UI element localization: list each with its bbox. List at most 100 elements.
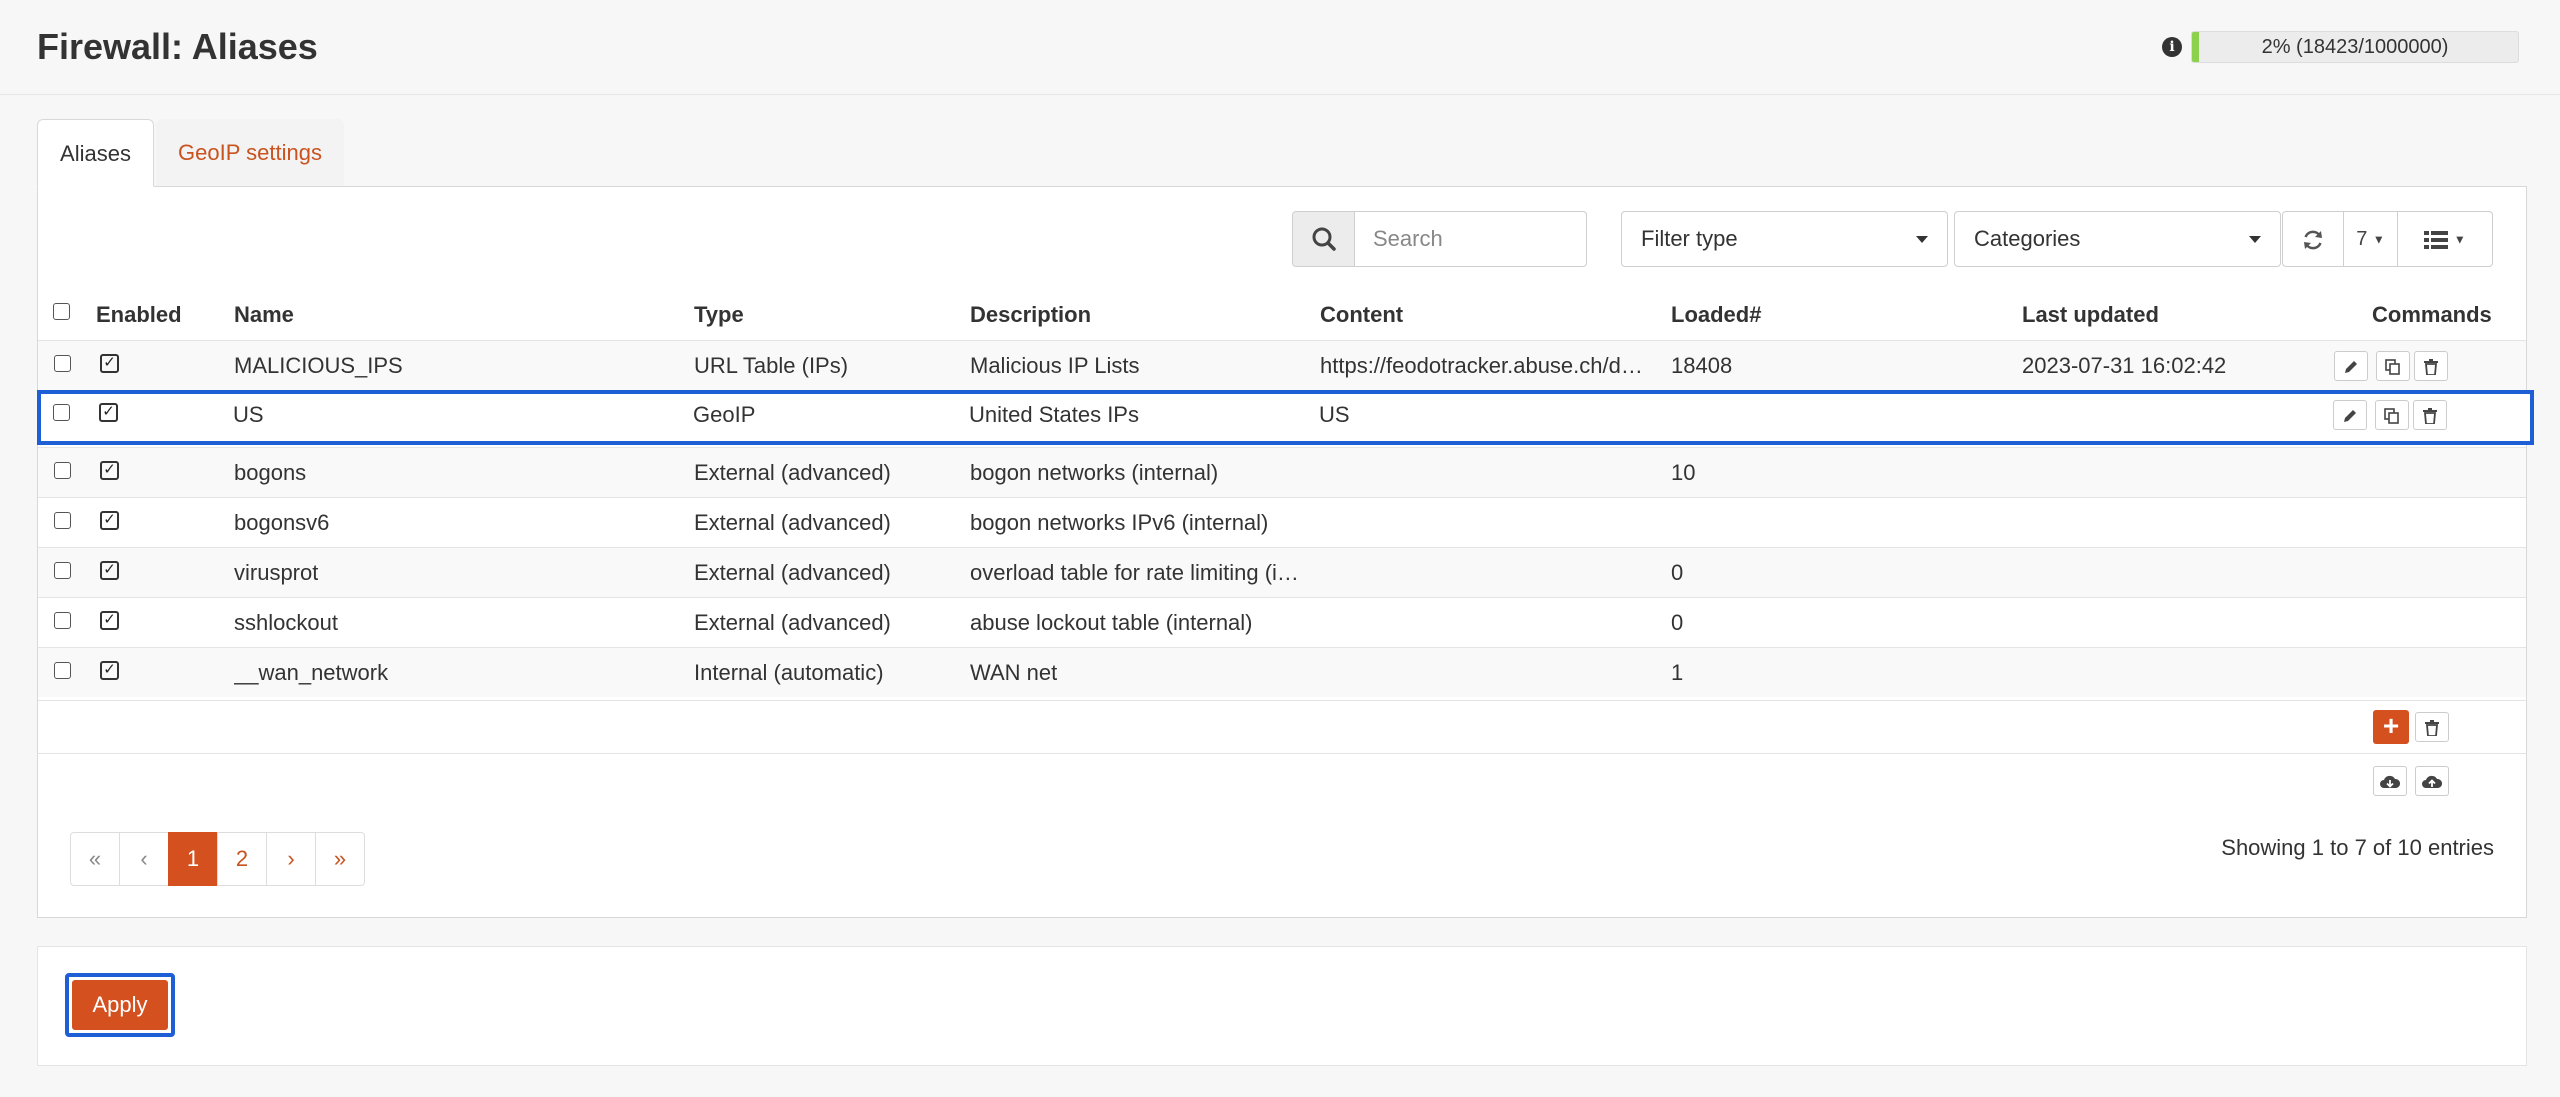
enabled-toggle-icon[interactable]: ✓ — [100, 611, 119, 630]
cell-name: sshlockout — [234, 610, 338, 635]
cell-name: MALICIOUS_IPS — [234, 353, 403, 378]
table-footer-divider — [38, 753, 2526, 754]
cell-description: WAN net — [970, 660, 1058, 685]
tab-geoip-settings[interactable]: GeoIP settings — [156, 119, 344, 187]
enabled-toggle-icon[interactable]: ✓ — [100, 461, 119, 480]
pagination-page-2[interactable]: 2 — [217, 832, 267, 886]
cell-name: bogonsv6 — [234, 510, 330, 535]
pagination-next[interactable]: › — [266, 832, 316, 886]
column-header-type[interactable]: Type — [694, 302, 744, 328]
table-row[interactable]: ✓ bogons External (advanced) bogon networks… — [38, 447, 2526, 497]
cell-loaded: 18408 — [1671, 353, 1733, 378]
column-header-description[interactable]: Description — [970, 302, 1091, 328]
cell-name: virusprot — [234, 560, 319, 585]
pagination-first[interactable]: « — [70, 832, 120, 886]
table-row[interactable]: ✓ bogonsv6 External (advanced) bogon networ… — [38, 497, 2526, 547]
download-aliases-button[interactable] — [2373, 766, 2407, 796]
chevron-down-icon — [1916, 236, 1928, 243]
table-row[interactable]: ✓ sshlockout External (advanced) abuse lock… — [38, 597, 2526, 647]
edit-button[interactable] — [2333, 400, 2367, 430]
tab-aliases[interactable]: Aliases — [37, 119, 154, 187]
row-select-checkbox[interactable] — [53, 404, 70, 421]
info-icon[interactable]: i — [2162, 37, 2182, 57]
upload-aliases-button[interactable] — [2415, 766, 2449, 796]
cell-content: https://feodotracker.abuse.ch/d… — [1320, 353, 1643, 378]
trash-icon — [2424, 358, 2438, 376]
enabled-toggle-icon[interactable]: ✓ — [100, 561, 119, 580]
column-header-last-updated[interactable]: Last updated — [2022, 302, 2159, 328]
chevron-down-icon — [2249, 236, 2261, 243]
cell-loaded: 1 — [1671, 660, 1684, 685]
cell-content: US — [1319, 402, 1350, 427]
enabled-toggle-icon[interactable]: ✓ — [99, 403, 118, 422]
search-input[interactable] — [1355, 211, 1587, 267]
table-footer-row — [38, 700, 2526, 754]
cell-type: External (advanced) — [694, 510, 891, 535]
enabled-toggle-icon[interactable]: ✓ — [100, 511, 119, 530]
row-select-checkbox[interactable] — [54, 355, 71, 372]
row-select-checkbox[interactable] — [54, 612, 71, 629]
cell-last-updated: 2023-07-31 16:02:42 — [2022, 353, 2227, 378]
chevron-down-icon: ▼ — [2453, 232, 2466, 247]
apply-button-label: Apply — [72, 980, 168, 1030]
page-header: Firewall: Aliases i 2% (18423/1000000) — [0, 0, 2560, 95]
page-title: Firewall: Aliases — [37, 26, 318, 67]
cell-name: __wan_network — [234, 660, 389, 685]
delete-button[interactable] — [2413, 400, 2447, 430]
add-alias-button[interactable]: + — [2373, 710, 2409, 744]
search-icon-addon — [1292, 211, 1355, 267]
select-all-checkbox[interactable] — [53, 303, 70, 320]
delete-selected-button[interactable] — [2415, 712, 2449, 742]
cell-loaded: 10 — [1671, 460, 1696, 485]
table-row[interactable]: ✓ US GeoIP United States IPs US — [37, 390, 2534, 445]
apply-panel — [37, 946, 2527, 1066]
categories-select[interactable]: Categories — [1954, 211, 2281, 267]
apply-button[interactable]: Apply — [65, 973, 175, 1037]
rows-per-page-dropdown[interactable]: 7 ▼ — [2343, 211, 2398, 267]
column-header-commands: Commands — [2372, 302, 2492, 327]
trash-icon — [2425, 719, 2439, 737]
column-header-enabled[interactable]: Enabled — [96, 302, 182, 328]
pencil-icon — [2345, 360, 2357, 373]
cell-description: overload table for rate limiting (i… — [970, 560, 1299, 585]
cell-loaded: 0 — [1671, 610, 1684, 635]
cell-description: United States IPs — [969, 402, 1139, 427]
cell-type: External (advanced) — [694, 460, 891, 485]
table-row[interactable]: ✓ __wan_network Internal (automatic) WAN ne… — [38, 647, 2526, 697]
copy-button[interactable] — [2375, 400, 2409, 430]
cell-type: URL Table (IPs) — [694, 353, 849, 378]
copy-button[interactable] — [2376, 351, 2410, 381]
row-select-checkbox[interactable] — [54, 562, 71, 579]
chevron-down-icon: ▼ — [2372, 232, 2385, 247]
filter-type-select[interactable]: Filter type — [1621, 211, 1948, 267]
row-select-checkbox[interactable] — [54, 462, 71, 479]
copy-icon — [2385, 358, 2400, 375]
refresh-button[interactable] — [2282, 211, 2344, 267]
enabled-toggle-icon[interactable]: ✓ — [100, 354, 119, 373]
row-select-checkbox[interactable] — [54, 512, 71, 529]
row-select-checkbox[interactable] — [54, 662, 71, 679]
alias-usage-text: 2% (18423/1000000) — [2261, 36, 2449, 58]
cell-description: bogon networks (internal) — [970, 460, 1219, 485]
pagination-last[interactable]: » — [315, 832, 365, 886]
column-header-content[interactable]: Content — [1320, 302, 1403, 328]
cell-description: Malicious IP Lists — [970, 353, 1140, 378]
pagination-page-1[interactable]: 1 — [168, 832, 218, 886]
cloud-upload-icon — [2422, 775, 2443, 788]
delete-button[interactable] — [2414, 351, 2448, 381]
column-selection-dropdown[interactable]: ▼ — [2397, 211, 2493, 267]
filter-type-label: Filter type — [1641, 226, 1738, 251]
column-header-loaded[interactable]: Loaded# — [1671, 302, 1761, 328]
entries-summary: Showing 1 to 7 of 10 entries — [2221, 835, 2494, 860]
refresh-icon — [2304, 230, 2322, 250]
cell-type: External (advanced) — [694, 560, 891, 585]
column-header-name[interactable]: Name — [234, 302, 294, 328]
rows-per-page-value: 7 — [2356, 228, 2368, 250]
enabled-toggle-icon[interactable]: ✓ — [100, 661, 119, 680]
edit-button[interactable] — [2334, 351, 2368, 381]
pencil-icon — [2344, 409, 2356, 422]
cell-type: Internal (automatic) — [694, 660, 884, 685]
table-row[interactable]: ✓ MALICIOUS_IPS URL Table (IPs) Malicious I… — [38, 340, 2526, 390]
table-row[interactable]: ✓ virusprot External (advanced) overload ta… — [38, 547, 2526, 597]
pagination-prev[interactable]: ‹ — [119, 832, 169, 886]
